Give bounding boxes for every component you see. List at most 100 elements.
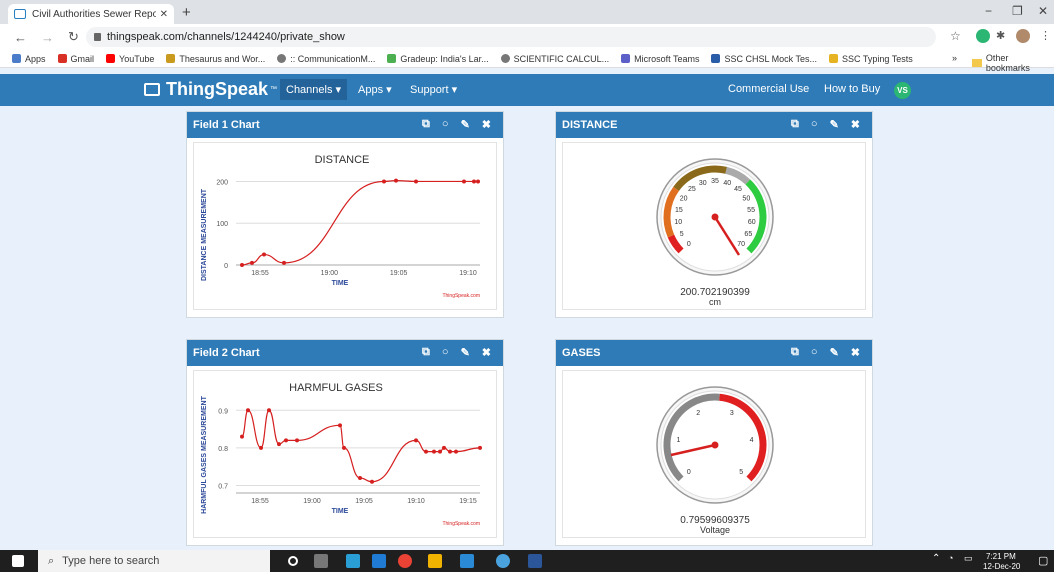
star-icon[interactable]: ☆ bbox=[950, 29, 964, 43]
thingspeak-logo[interactable]: ThingSpeak ™ bbox=[144, 79, 277, 100]
close-tab-icon[interactable]: ✕ bbox=[160, 9, 168, 20]
bookmark-thesaurus[interactable]: Thesaurus and Wor... bbox=[166, 54, 265, 64]
mail-icon[interactable] bbox=[372, 554, 386, 568]
bookmark-calculator[interactable]: SCIENTIFIC CALCUL... bbox=[500, 54, 609, 64]
comment-icon[interactable]: ○ bbox=[811, 118, 818, 131]
network-icon[interactable]: ◔ bbox=[948, 553, 953, 563]
tray-chevron-icon[interactable]: ⌃ bbox=[932, 553, 940, 564]
clock-time[interactable]: 7:21 PM bbox=[986, 552, 1016, 561]
new-tab-icon[interactable]: + bbox=[182, 4, 191, 21]
edit-pencil-icon[interactable]: ✎ bbox=[830, 346, 839, 359]
bookmark-ssc-typing[interactable]: SSC Typing Tests bbox=[829, 54, 913, 64]
file-explorer-icon[interactable] bbox=[428, 554, 442, 568]
app-icon-1[interactable] bbox=[346, 554, 360, 568]
nav-how-to-buy[interactable]: How to Buy bbox=[824, 83, 880, 95]
menu-icon[interactable]: ⋮ bbox=[1040, 29, 1054, 43]
nav-commercial-use[interactable]: Commercial Use bbox=[728, 83, 809, 95]
close-icon[interactable]: ✖ bbox=[851, 346, 860, 359]
app-icon-2[interactable] bbox=[496, 554, 510, 568]
panel-title: GASES bbox=[562, 347, 601, 359]
close-icon[interactable]: ✖ bbox=[482, 346, 491, 359]
nav-support[interactable]: Support ▾ bbox=[410, 83, 457, 96]
extension-icon[interactable] bbox=[976, 29, 990, 43]
chrome-icon[interactable] bbox=[398, 554, 412, 568]
more-bookmarks-icon[interactable]: » bbox=[952, 53, 957, 63]
data-point bbox=[277, 442, 281, 447]
close-icon[interactable]: ✖ bbox=[851, 118, 860, 131]
word-icon[interactable] bbox=[528, 554, 542, 568]
user-avatar[interactable]: VS bbox=[894, 82, 911, 99]
gauge-tick-label: 45 bbox=[734, 186, 742, 193]
nav-channels[interactable]: Channels ▾ bbox=[280, 79, 348, 100]
maximize-icon[interactable]: ❐ bbox=[1012, 4, 1023, 18]
gauge-tick-label: 35 bbox=[711, 178, 719, 185]
volume-icon[interactable]: ▭ bbox=[964, 553, 973, 564]
comment-icon[interactable]: ○ bbox=[811, 346, 818, 359]
close-icon[interactable]: ✖ bbox=[482, 118, 491, 131]
gauge-tick-label: 55 bbox=[747, 207, 755, 214]
folder-icon bbox=[972, 59, 982, 67]
windows-taskbar: ⌕ Type here to search ⌃ ◔ ▭ 7:21 PM 12-D… bbox=[0, 550, 1054, 572]
gases-gauge-panel: GASES ⧉ ○ ✎ ✖ 012345 0.79599609375 Voltage bbox=[555, 339, 873, 546]
gmail-icon bbox=[57, 54, 67, 63]
bookmark-teams[interactable]: Microsoft Teams bbox=[621, 54, 699, 64]
y-axis-label: HARMFUL GASES MEASUREMENT bbox=[201, 395, 208, 513]
ssc-icon bbox=[711, 54, 721, 63]
credit-label: ThingSpeak.com bbox=[442, 521, 480, 527]
forward-icon[interactable]: → bbox=[41, 30, 54, 45]
puzzle-icon[interactable]: ✱ bbox=[996, 29, 1010, 43]
y-tick-label: 0.9 bbox=[218, 408, 228, 415]
bookmark-ssc-mock[interactable]: SSC CHSL Mock Tes... bbox=[711, 54, 817, 64]
back-icon[interactable]: ← bbox=[14, 30, 27, 45]
reload-icon[interactable]: ↻ bbox=[68, 29, 79, 45]
bookmark-communication[interactable]: :: CommunicationM... bbox=[277, 54, 375, 64]
y-tick-label: 0.7 bbox=[218, 483, 228, 490]
cortana-icon[interactable] bbox=[288, 556, 298, 566]
browser-tab-bar: Civil Authorities Sewer Report - T ✕ + −… bbox=[0, 0, 1054, 24]
distance-gauge-area: 0 5 10 15 20 25 30 35 40 45 50 55 60 65 70 200.7021903… bbox=[562, 142, 866, 310]
task-view-icon[interactable] bbox=[314, 554, 328, 568]
bookmarks-bar: Apps Gmail YouTube Thesaurus and Wor... … bbox=[0, 50, 1054, 68]
url-field[interactable]: thingspeak.com/channels/1244240/private_… bbox=[86, 27, 936, 47]
minimize-icon[interactable]: − bbox=[985, 4, 992, 18]
other-bookmarks[interactable]: Other bookmarks bbox=[972, 53, 1054, 73]
gases-line-chart: HARMFUL GASES HARMFUL GASES MEASUREMENT … bbox=[201, 382, 482, 527]
nav-apps[interactable]: Apps ▾ bbox=[358, 83, 392, 96]
gauge-tick-label: 2 bbox=[696, 410, 700, 417]
data-point bbox=[478, 445, 482, 450]
clock-date[interactable]: 12-Dec-20 bbox=[983, 562, 1020, 571]
x-tick-label: 18:55 bbox=[251, 498, 269, 505]
gauge-tick-label: 40 bbox=[723, 180, 731, 187]
gauge-tick-label: 30 bbox=[699, 180, 707, 187]
external-link-icon[interactable]: ⧉ bbox=[791, 346, 799, 359]
gauge-tick-label: 60 bbox=[748, 219, 756, 226]
gauge-tick-label: 4 bbox=[750, 437, 754, 444]
gauge-tick-label: 15 bbox=[675, 207, 683, 214]
edit-pencil-icon[interactable]: ✎ bbox=[461, 346, 470, 359]
x-axis-label: TIME bbox=[332, 280, 349, 287]
external-link-icon[interactable]: ⧉ bbox=[791, 118, 799, 131]
edit-pencil-icon[interactable]: ✎ bbox=[461, 118, 470, 131]
comment-icon[interactable]: ○ bbox=[442, 118, 449, 131]
y-axis-label: DISTANCE MEASUREMENT bbox=[201, 188, 208, 281]
distance-chart-area: DISTANCE DISTANCE MEASUREMENT TIME Thing… bbox=[193, 142, 497, 310]
bookmark-gmail[interactable]: Gmail bbox=[57, 54, 94, 64]
bookmark-apps[interactable]: Apps bbox=[12, 54, 46, 64]
panel-title: DISTANCE bbox=[562, 119, 618, 131]
close-window-icon[interactable]: ✕ bbox=[1038, 4, 1048, 18]
data-point bbox=[282, 260, 286, 265]
comment-icon[interactable]: ○ bbox=[442, 346, 449, 359]
external-link-icon[interactable]: ⧉ bbox=[422, 346, 430, 359]
external-link-icon[interactable]: ⧉ bbox=[422, 118, 430, 131]
taskbar-search[interactable]: ⌕ Type here to search bbox=[38, 550, 270, 572]
x-axis-label: TIME bbox=[332, 508, 349, 515]
bookmark-gradeup[interactable]: Gradeup: India's Lar... bbox=[387, 54, 489, 64]
bookmark-youtube[interactable]: YouTube bbox=[106, 54, 154, 64]
notification-icon[interactable]: ▢ bbox=[1038, 554, 1048, 567]
edit-pencil-icon[interactable]: ✎ bbox=[830, 118, 839, 131]
browser-tab[interactable]: Civil Authorities Sewer Report - T ✕ bbox=[8, 4, 174, 24]
profile-avatar[interactable] bbox=[1016, 29, 1030, 43]
windows-start-icon[interactable] bbox=[12, 555, 24, 567]
calendar-icon[interactable] bbox=[460, 554, 474, 568]
y-tick-label: 100 bbox=[216, 221, 228, 228]
